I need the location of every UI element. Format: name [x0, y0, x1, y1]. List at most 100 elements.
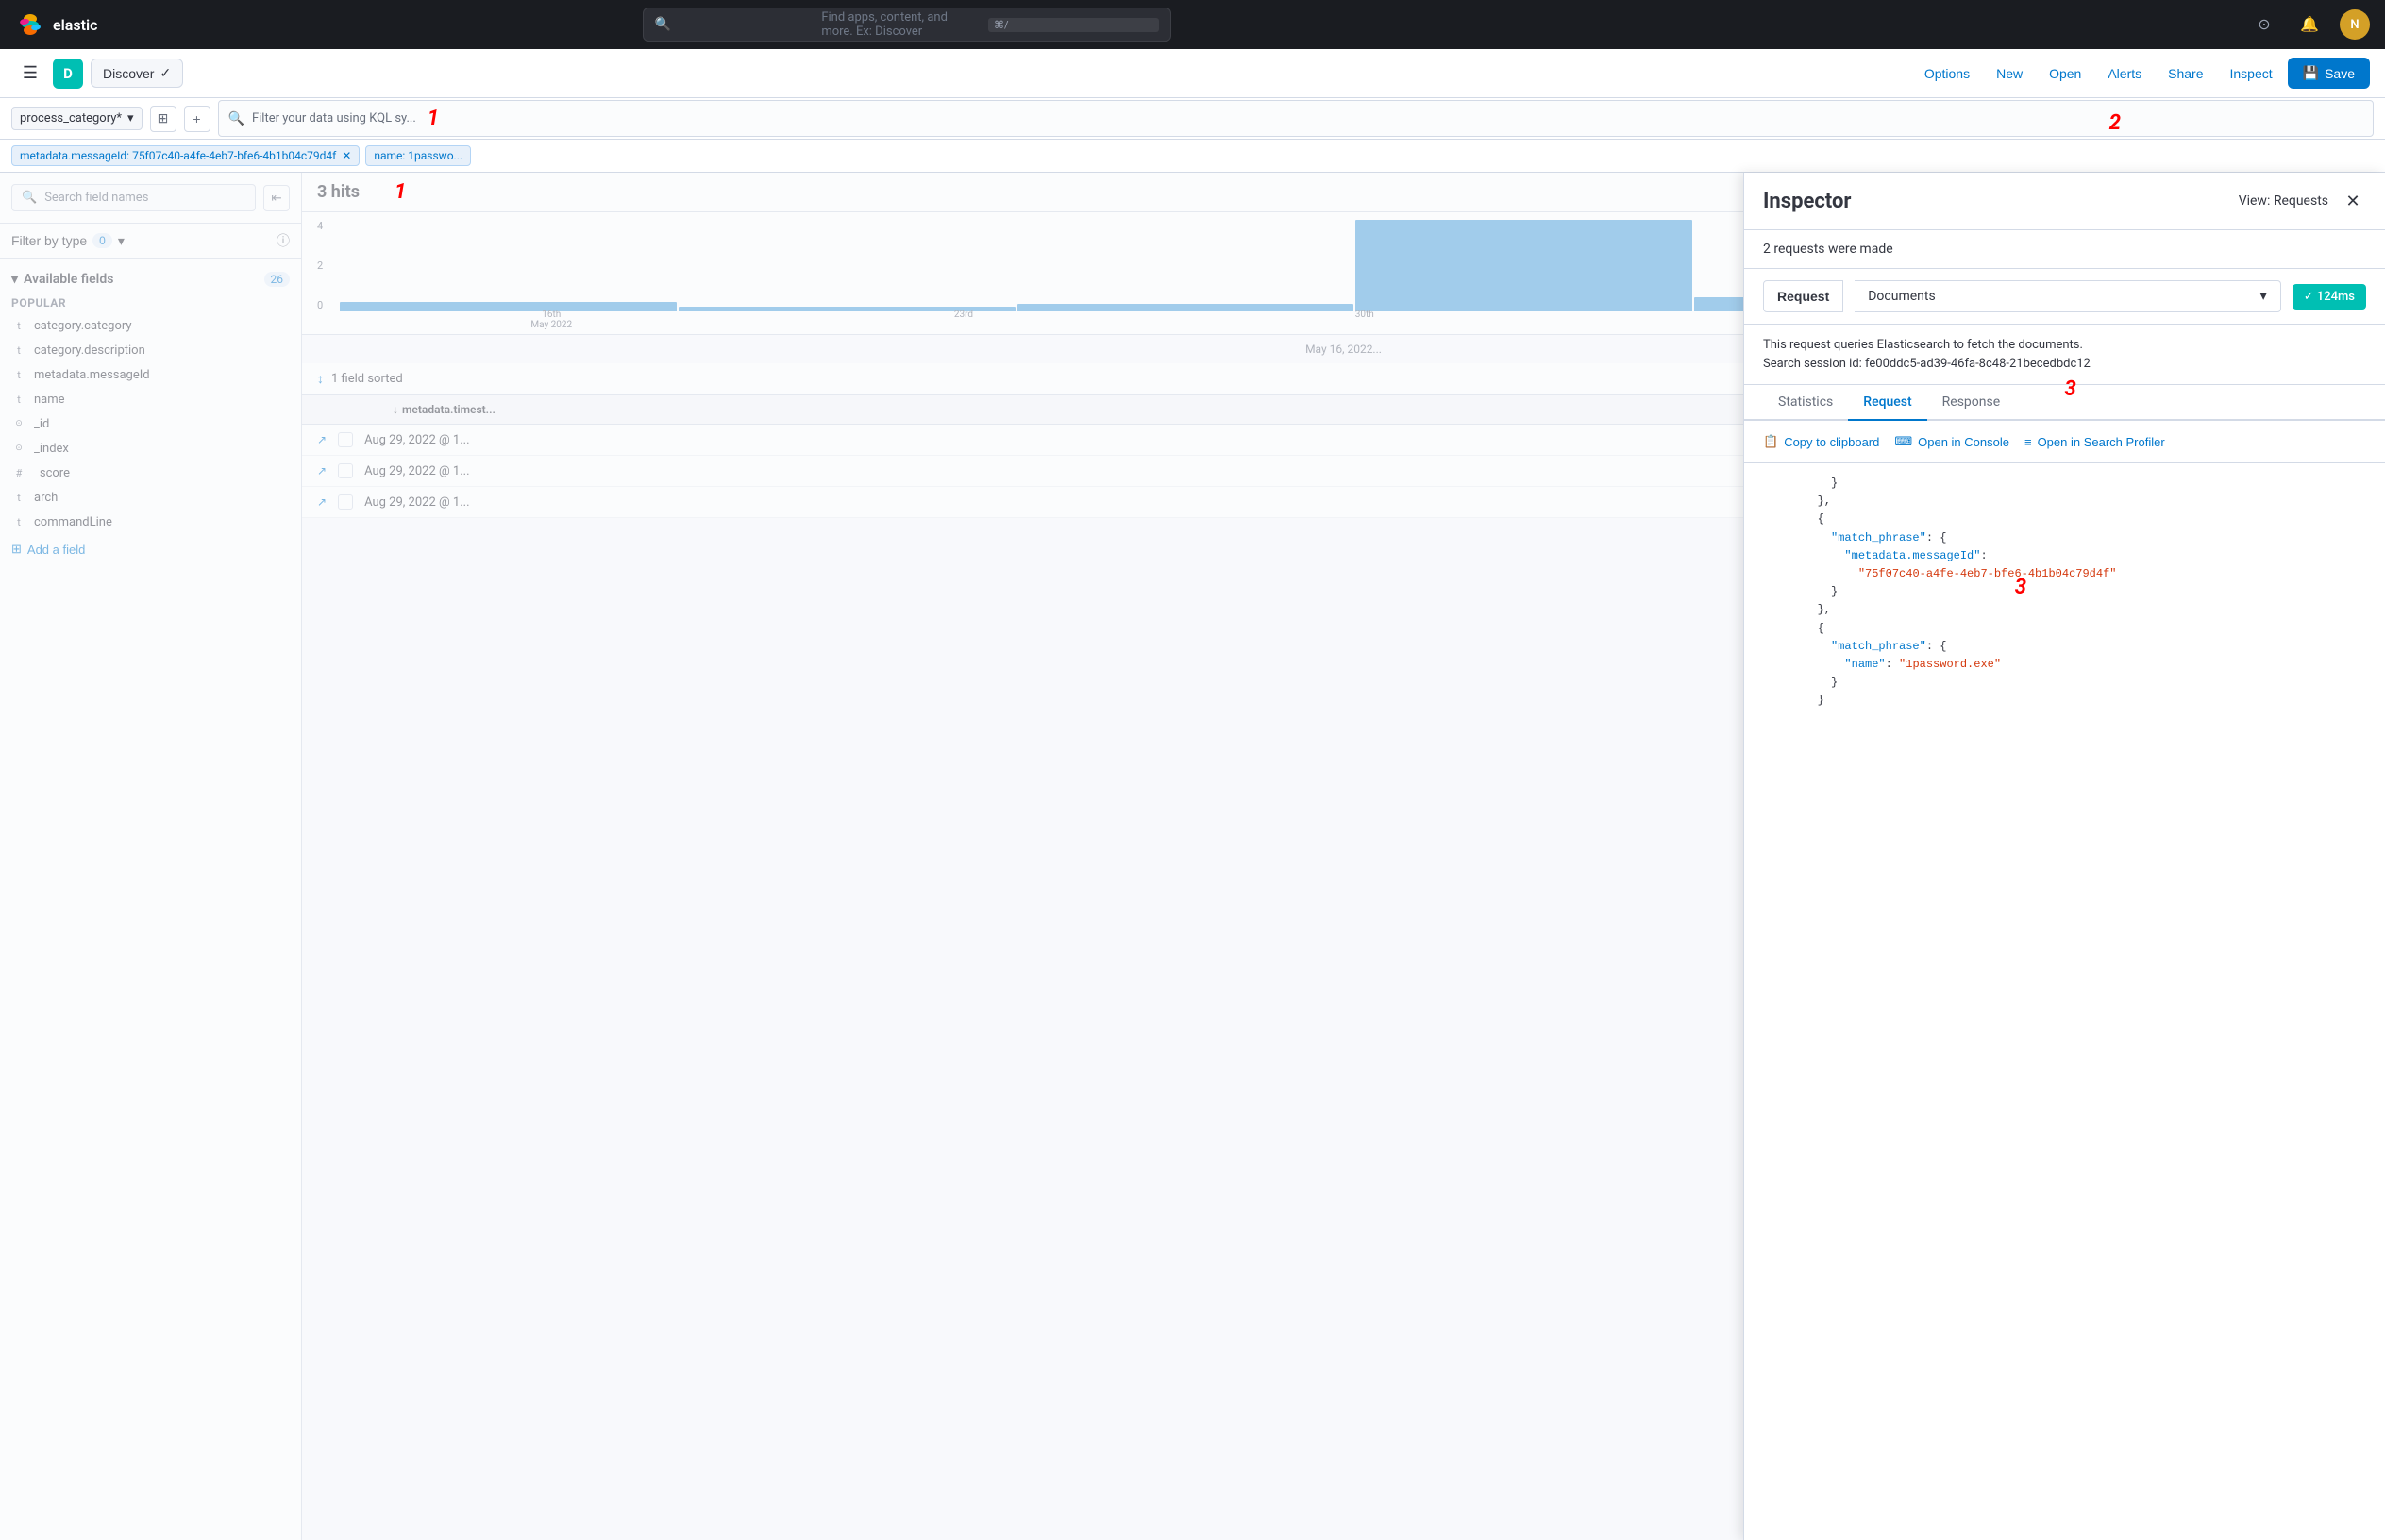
- filter-pill-1[interactable]: metadata.messageId: 75f07c40-a4fe-4eb7-b…: [11, 145, 360, 166]
- sidebar-search-section: 🔍 Search field names ⇤: [0, 173, 301, 224]
- annotation-3: 3: [2065, 377, 2076, 401]
- share-button[interactable]: Share: [2157, 59, 2214, 89]
- help-icon-button[interactable]: ⊙: [2249, 9, 2279, 40]
- save-icon: 💾: [2303, 65, 2319, 81]
- available-fields-count: 26: [264, 272, 291, 287]
- copy-to-clipboard-button[interactable]: 📋 Copy to clipboard: [1763, 430, 1879, 453]
- field-name: _score: [34, 466, 70, 480]
- field-search-input[interactable]: 🔍 Search field names: [11, 184, 256, 211]
- search-field-placeholder: Search field names: [44, 191, 148, 205]
- row-checkbox[interactable]: [338, 463, 353, 478]
- field-type-text-icon: t: [11, 318, 26, 333]
- inspector-tabs: 3 Statistics Request Response: [1744, 385, 2385, 421]
- checkbox-col: [355, 403, 378, 416]
- filter-pill-2-text: name: 1passwo...: [374, 149, 462, 162]
- field-item-score[interactable]: # _score: [0, 460, 301, 485]
- filter-info-icon[interactable]: ⓘ: [277, 231, 290, 250]
- field-name: category.description: [34, 343, 145, 358]
- kql-search-input[interactable]: 🔍 Filter your data using KQL sy... 1: [218, 100, 2374, 137]
- copy-label: Copy to clipboard: [1784, 435, 1879, 449]
- field-item-metadata-messageid[interactable]: t metadata.messageId: [0, 362, 301, 387]
- open-button[interactable]: Open: [2038, 59, 2092, 89]
- main-layout: 🔍 Search field names ⇤ Filter by type 0 …: [0, 173, 2385, 1540]
- tab-response[interactable]: Response: [1927, 385, 2016, 421]
- filter-pill-1-text: metadata.messageId: 75f07c40-a4fe-4eb7-b…: [20, 149, 336, 162]
- elastic-logo-text: elastic: [53, 16, 97, 34]
- global-search-bar[interactable]: 🔍 Find apps, content, and more. Ex: Disc…: [643, 8, 1171, 42]
- chart-x-label: 23rd: [954, 310, 973, 330]
- code-key: "match_phrase": [1831, 531, 1926, 544]
- expand-col: [317, 403, 340, 416]
- open-in-search-profiler-button[interactable]: ≡ Open in Search Profiler: [2024, 431, 2165, 453]
- search-placeholder: Find apps, content, and more. Ex: Discov…: [821, 10, 981, 39]
- search-icon: 🔍: [22, 191, 37, 205]
- data-view-selector[interactable]: process_category* ▾: [11, 107, 143, 130]
- collapse-sidebar-button[interactable]: ⇤: [263, 185, 290, 211]
- left-sidebar: 🔍 Search field names ⇤ Filter by type 0 …: [0, 173, 302, 1540]
- inspect-button[interactable]: Inspect: [2219, 59, 2284, 89]
- inspector-close-button[interactable]: ✕: [2340, 188, 2366, 214]
- search-icon: 🔍: [228, 111, 244, 126]
- app-navigation: ☰ D Discover ✓ Options New Open Alerts S…: [0, 49, 2385, 98]
- alerts-button[interactable]: Alerts: [2096, 59, 2153, 89]
- app-switcher-button[interactable]: Discover ✓: [91, 59, 183, 88]
- field-type-id-icon: ⊙: [11, 441, 26, 456]
- time-badge: ✓ 124ms: [2293, 284, 2366, 310]
- filter-by-type-label: Filter by type: [11, 233, 87, 248]
- add-icon: ⊞: [11, 542, 22, 557]
- field-item-commandline[interactable]: t commandLine: [0, 510, 301, 534]
- field-item-index[interactable]: ⊙ _index: [0, 436, 301, 460]
- tab-request[interactable]: Request: [1848, 385, 1926, 421]
- timestamp-col: ↓ metadata.timest...: [393, 403, 495, 416]
- active-filters-bar: metadata.messageId: 75f07c40-a4fe-4eb7-b…: [0, 140, 2385, 173]
- user-avatar[interactable]: N: [2340, 9, 2370, 40]
- filter-pill-2[interactable]: name: 1passwo...: [365, 145, 471, 166]
- available-fields-header: ▾ Available fields 26: [0, 266, 301, 293]
- field-name: category.category: [34, 319, 132, 333]
- code-key: "metadata.messageId": [1844, 549, 1980, 562]
- request-dropdown[interactable]: Documents ▾: [1855, 280, 2280, 312]
- app-badge: D: [53, 59, 83, 89]
- add-field-label: Add a field: [27, 543, 85, 557]
- filter-by-type-button[interactable]: Filter by type 0 ▾: [11, 233, 269, 249]
- field-type-text-icon: t: [11, 343, 26, 358]
- filter-type-count: 0: [92, 233, 112, 248]
- add-field-button[interactable]: ⊞ Add a field: [0, 534, 96, 564]
- filter-bar: process_category* ▾ ⊞ + 🔍 Filter your da…: [0, 98, 2385, 140]
- field-item-id[interactable]: ⊙ _id: [0, 411, 301, 436]
- field-item-name[interactable]: t name: [0, 387, 301, 411]
- popular-label: Popular: [0, 293, 301, 313]
- code-string: "75f07c40-a4fe-4eb7-bfe6-4b1b04c79d4f": [1858, 567, 2117, 580]
- row-checkbox[interactable]: [338, 494, 353, 510]
- chart-x-label: 30th: [1355, 310, 1374, 330]
- menu-toggle-button[interactable]: ☰: [15, 59, 45, 89]
- notifications-icon-button[interactable]: 🔔: [2294, 9, 2325, 40]
- available-fields-title: ▾ Available fields: [11, 272, 113, 287]
- options-button[interactable]: Options: [1913, 59, 1981, 89]
- row-expand-icon[interactable]: ↗: [317, 433, 327, 446]
- field-item-arch[interactable]: t arch: [0, 485, 301, 510]
- field-item-category-category[interactable]: t category.category: [0, 313, 301, 338]
- inspector-meta: 2 requests were made: [1744, 230, 2385, 269]
- annotation-1: 1: [428, 107, 439, 130]
- row-expand-icon[interactable]: ↗: [317, 495, 327, 509]
- request-dropdown-label: Documents: [1868, 289, 1935, 304]
- request-button[interactable]: Request: [1763, 280, 1843, 312]
- tab-statistics[interactable]: Statistics: [1763, 385, 1848, 421]
- add-filter-button[interactable]: +: [184, 106, 210, 132]
- row-timestamp: Aug 29, 2022 @ 1...: [364, 495, 469, 510]
- code-content: } }, { "match_phrase": { "metadata.messa…: [1744, 463, 2385, 721]
- app-switcher-chevron: ✓: [160, 65, 171, 81]
- chevron-down-icon: ▾: [127, 111, 134, 126]
- row-expand-icon[interactable]: ↗: [317, 464, 327, 477]
- save-button[interactable]: 💾 Save: [2288, 58, 2370, 89]
- filter-options-button[interactable]: ⊞: [150, 106, 176, 132]
- row-checkbox[interactable]: [338, 432, 353, 447]
- new-button[interactable]: New: [1985, 59, 2034, 89]
- requests-count-label: 2 requests were made: [1763, 242, 1893, 257]
- inspector-panel: Inspector View: Requests ✕ 2 requests we…: [1743, 173, 2385, 1540]
- filter-pill-1-close[interactable]: ✕: [342, 149, 351, 162]
- field-item-category-description[interactable]: t category.description: [0, 338, 301, 362]
- nav-actions: Options New Open Alerts Share Inspect 💾 …: [1913, 58, 2370, 89]
- open-in-console-button[interactable]: ⌨ Open in Console: [1894, 430, 2009, 453]
